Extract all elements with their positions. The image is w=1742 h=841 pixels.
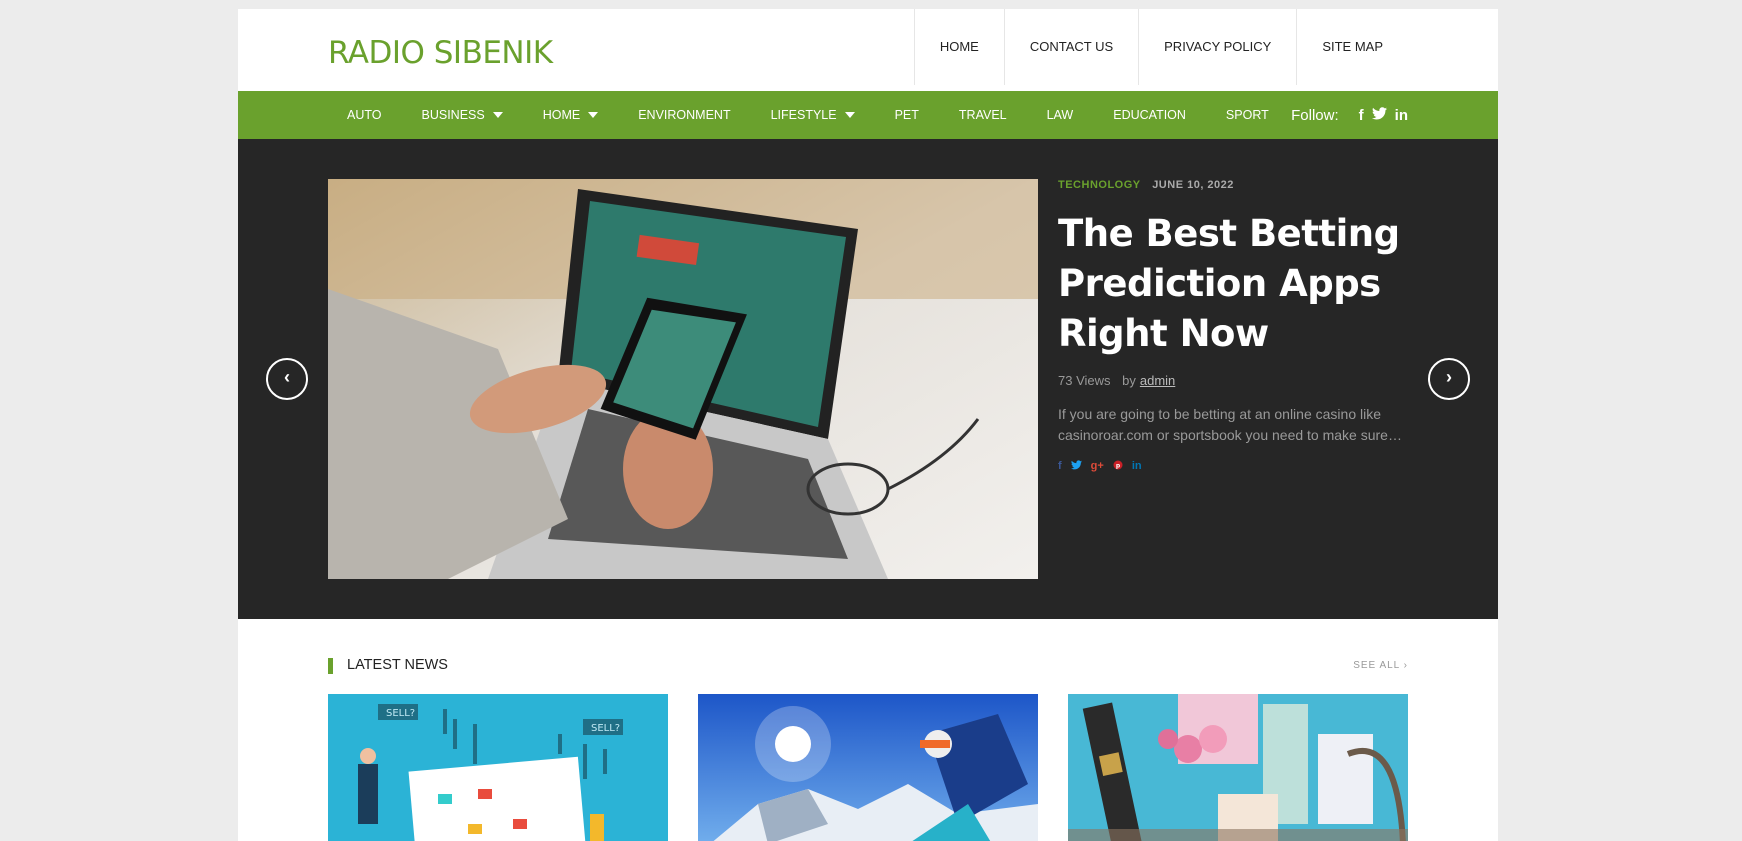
twitter-icon[interactable]: [1371, 106, 1387, 124]
latest-news-section: LATEST NEWS SEE ALL › SELL? SELL?: [238, 619, 1498, 841]
nav-item-label: BUSINESS: [421, 108, 485, 122]
nav-item-auto[interactable]: AUTO: [347, 108, 382, 122]
chevron-left-icon: ‹: [284, 367, 290, 387]
nav-item-label: LAW: [1046, 108, 1074, 122]
nav-item-sport[interactable]: SPORT: [1226, 108, 1269, 122]
top-menu: HOME CONTACT US PRIVACY POLICY SITE MAP: [913, 9, 1498, 85]
slide-meta: TECHNOLOGY JUNE 10, 2022: [1058, 179, 1418, 191]
nav-item-pet[interactable]: PET: [895, 108, 919, 122]
gift-basket-photo: [1068, 694, 1408, 841]
nav-item-label: PET: [894, 108, 919, 122]
nav-item-label: LIFESTYLE: [770, 108, 837, 122]
post-date: JUNE 10, 2022: [1152, 179, 1234, 191]
page: RADIO SIBENIK HOME CONTACT US PRIVACY PO…: [238, 9, 1498, 841]
caret-down-icon: [588, 112, 599, 118]
by-label: by: [1122, 373, 1136, 388]
svg-text:SELL?: SELL?: [591, 723, 620, 734]
see-all-link[interactable]: SEE ALL ›: [1353, 660, 1408, 671]
nav-item-label: HOME: [542, 108, 581, 122]
slide-image[interactable]: [328, 179, 1038, 579]
nav-items: AUTO BUSINESS HOME ENVIRONMENT LIFESTYLE…: [347, 91, 1309, 139]
section-accent-bar: [328, 658, 333, 674]
featured-slider: ‹ TECHNOLOGY JUNE 10, 2022 The Best Bett…: [238, 139, 1498, 619]
news-cards: SELL? SELL?: [328, 694, 1438, 841]
news-card-image[interactable]: SELL? SELL?: [328, 694, 668, 841]
linkedin-icon[interactable]: in: [1132, 460, 1142, 473]
share-icons: f g+ p in: [1058, 460, 1418, 473]
nav-item-education[interactable]: EDUCATION: [1113, 108, 1186, 122]
nav-item-label: TRAVEL: [958, 108, 1007, 122]
top-menu-contact-us[interactable]: CONTACT US: [1005, 9, 1140, 85]
pinterest-icon[interactable]: p: [1113, 460, 1123, 473]
category-link[interactable]: TECHNOLOGY: [1058, 179, 1141, 191]
linkedin-icon[interactable]: in: [1395, 107, 1408, 124]
excerpt: If you are going to be betting at an onl…: [1058, 406, 1402, 443]
facebook-icon[interactable]: f: [1359, 107, 1364, 124]
nav-item-travel[interactable]: TRAVEL: [959, 108, 1007, 122]
caret-down-icon: [844, 112, 855, 118]
header: RADIO SIBENIK HOME CONTACT US PRIVACY PO…: [238, 9, 1498, 91]
caret-down-icon: [492, 112, 503, 118]
slider-prev-button[interactable]: ‹: [266, 358, 308, 400]
skier-mountain-photo: [698, 694, 1038, 841]
nav-item-label: EDUCATION: [1113, 108, 1186, 122]
top-menu-privacy-policy[interactable]: PRIVACY POLICY: [1139, 9, 1298, 85]
byline: 73 Views by admin: [1058, 373, 1418, 388]
author-link[interactable]: admin: [1140, 373, 1175, 388]
view-count: 73 Views: [1058, 373, 1111, 388]
nav-item-label: SPORT: [1225, 108, 1269, 122]
stock-calendar-illustration: SELL? SELL?: [328, 694, 668, 841]
nav-item-law[interactable]: LAW: [1047, 108, 1074, 122]
twitter-icon[interactable]: [1070, 460, 1082, 473]
site-title[interactable]: RADIO SIBENIK: [328, 35, 553, 71]
nav-item-environment[interactable]: ENVIRONMENT: [638, 108, 730, 122]
news-card-image[interactable]: [1068, 694, 1408, 841]
laptop-phone-photo: [328, 179, 1038, 579]
svg-text:SELL?: SELL?: [386, 708, 415, 719]
nav-item-lifestyle[interactable]: LIFESTYLE: [771, 108, 855, 122]
nav-item-label: ENVIRONMENT: [638, 108, 731, 122]
chevron-right-icon: ›: [1446, 367, 1452, 387]
top-menu-home[interactable]: HOME: [915, 9, 1005, 85]
nav-item-label: AUTO: [347, 108, 382, 122]
slider-next-button[interactable]: ›: [1428, 358, 1470, 400]
top-menu-site-map[interactable]: SITE MAP: [1297, 9, 1498, 85]
section-title: LATEST NEWS: [347, 657, 448, 673]
svg-text:p: p: [1116, 462, 1121, 469]
follow-links: Follow: f in: [1291, 91, 1408, 139]
news-card-image[interactable]: [698, 694, 1038, 841]
slide-text: TECHNOLOGY JUNE 10, 2022 The Best Bettin…: [1058, 179, 1418, 473]
google-plus-icon[interactable]: g+: [1091, 460, 1104, 473]
slide-title[interactable]: The Best Betting Prediction Apps Right N…: [1058, 209, 1418, 359]
follow-label: Follow:: [1291, 106, 1339, 124]
facebook-icon[interactable]: f: [1058, 460, 1062, 473]
main-nav: AUTO BUSINESS HOME ENVIRONMENT LIFESTYLE…: [238, 91, 1498, 139]
nav-item-home[interactable]: HOME: [543, 108, 599, 122]
nav-item-business[interactable]: BUSINESS: [422, 108, 503, 122]
